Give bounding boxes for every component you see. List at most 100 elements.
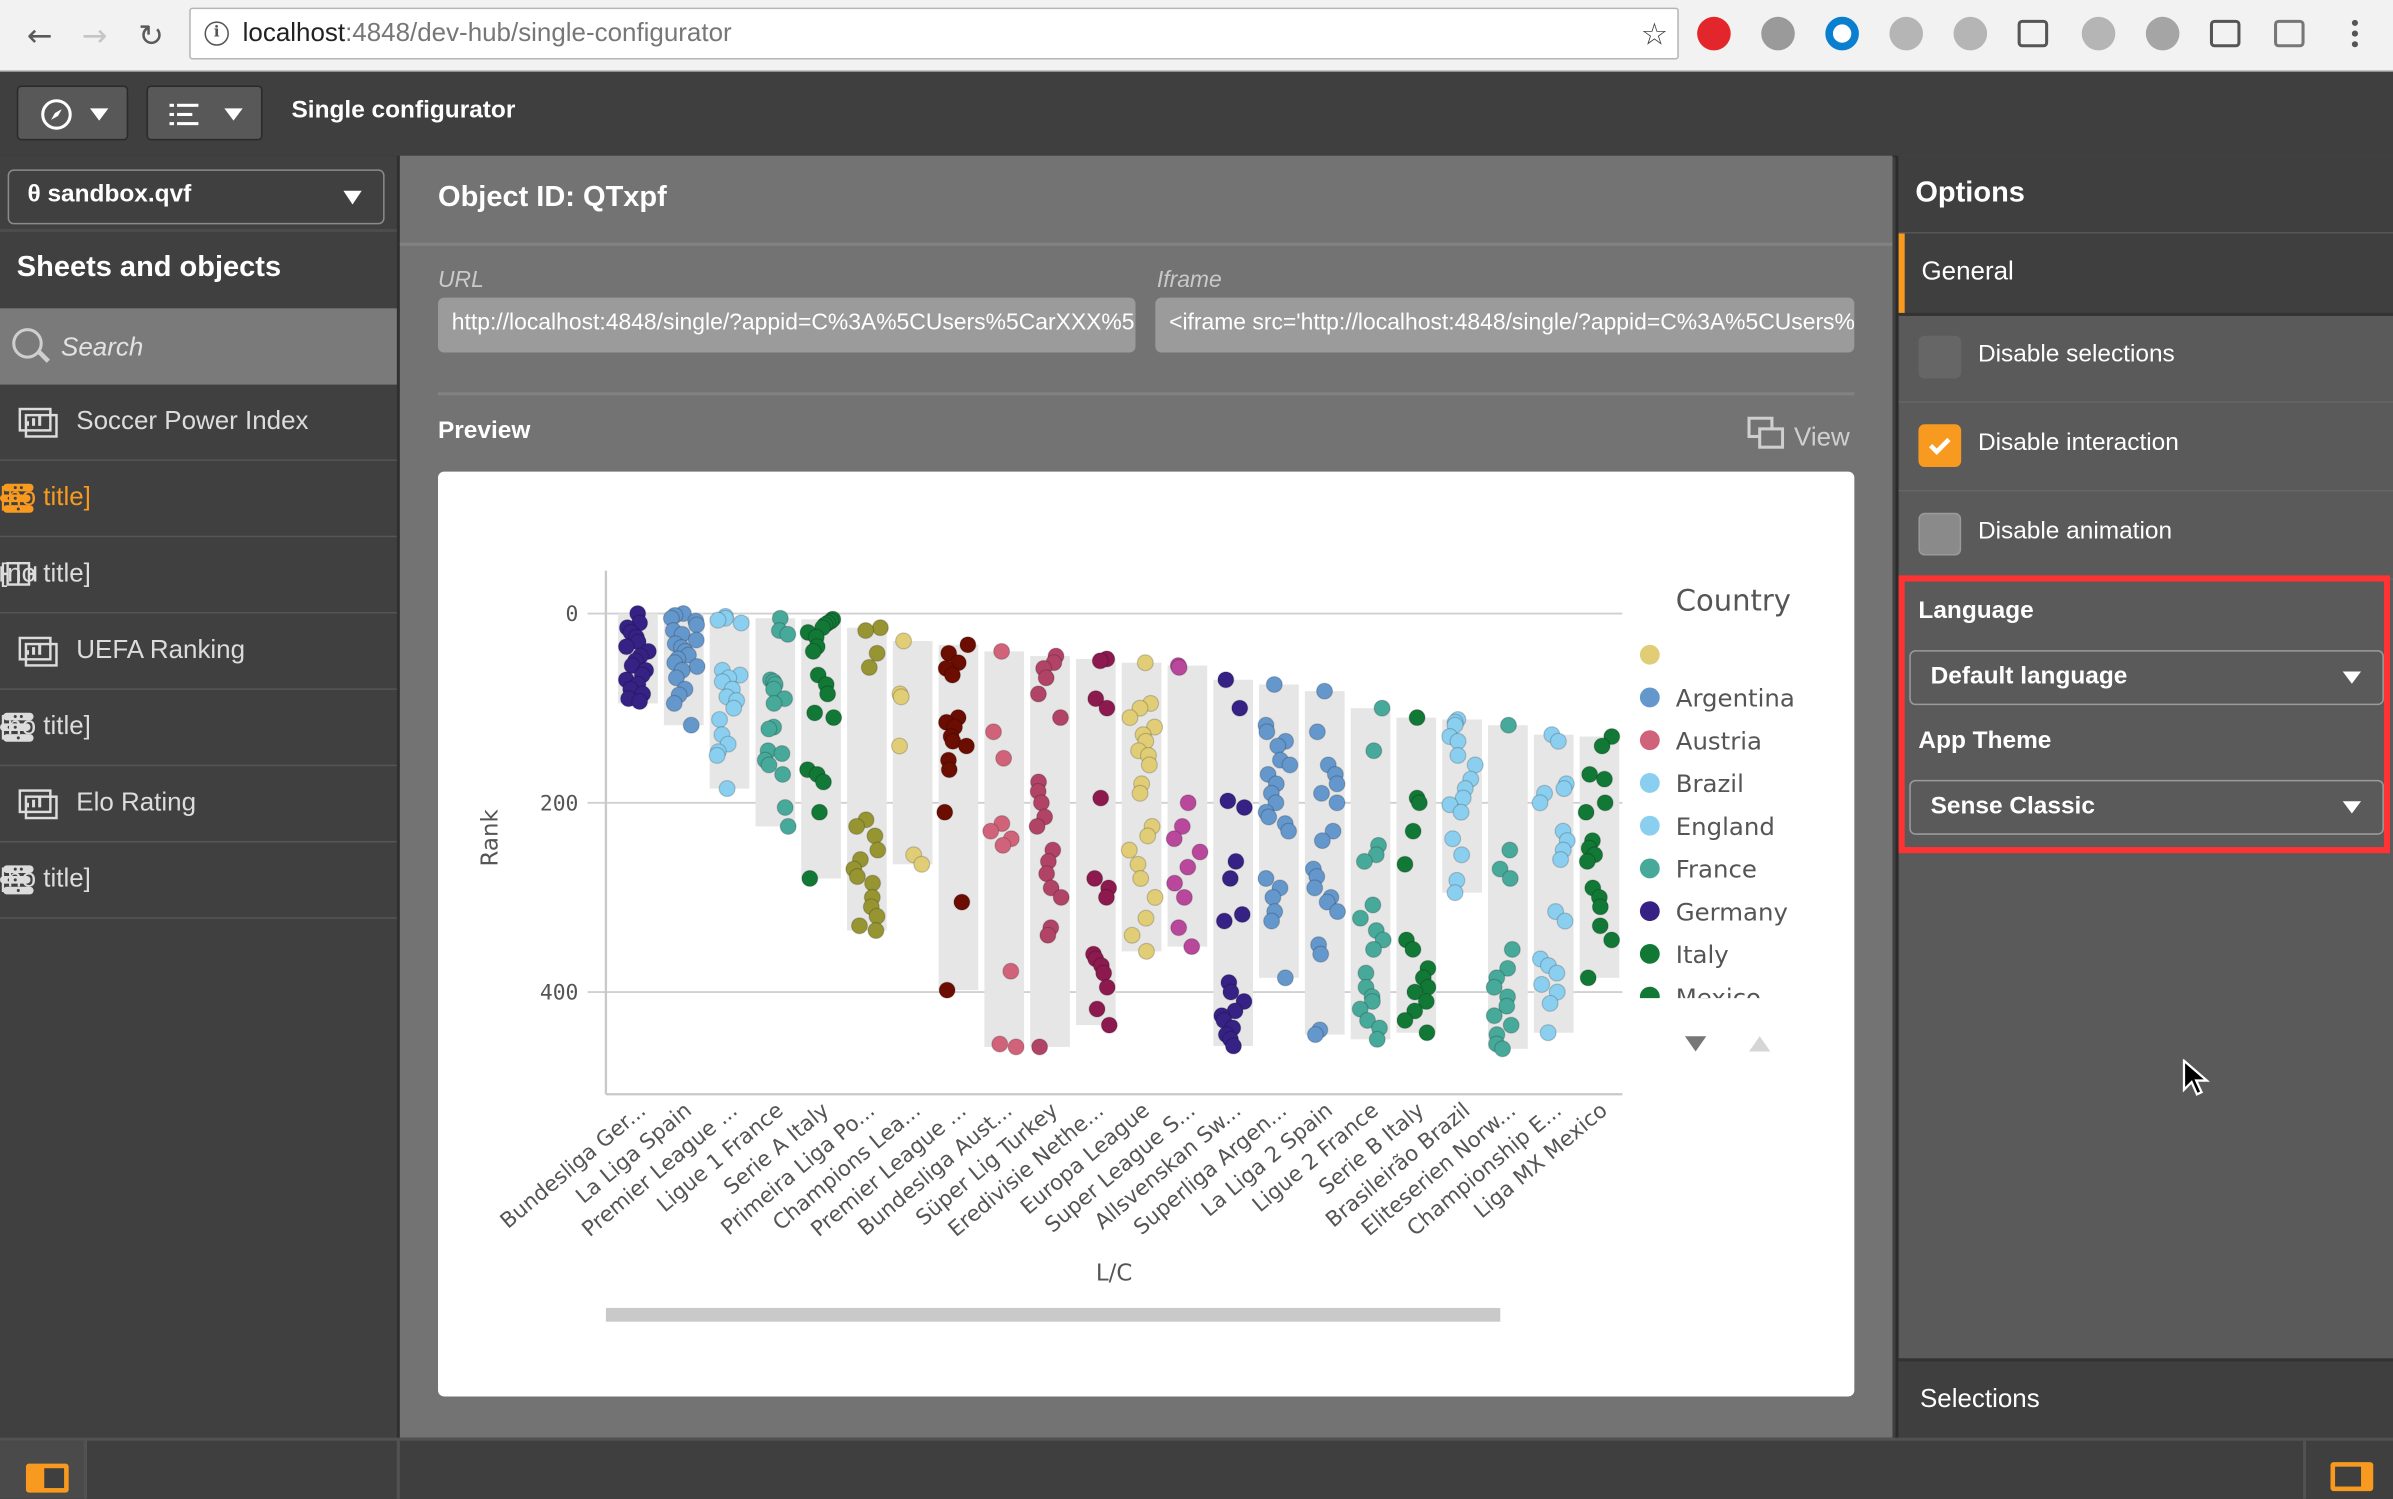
camera-icon[interactable]	[1761, 16, 1795, 51]
data-point	[913, 855, 931, 873]
legend-swatch[interactable]	[1639, 815, 1660, 836]
forward-button[interactable]: →	[72, 12, 118, 58]
checkbox-row-disable-animation[interactable]: Disable animation	[1898, 491, 2393, 580]
data-point	[1593, 737, 1611, 755]
cast-icon[interactable]	[2209, 19, 2241, 48]
sheet-object-list: Soccer Power Index [no title] [no title] UE…	[0, 385, 397, 919]
tab-general[interactable]: General	[1898, 233, 2393, 316]
app-selector[interactable]: θ sandbox.qvf	[7, 169, 385, 225]
bar-segment	[1896, 1440, 2307, 1499]
legend-swatch[interactable]	[1639, 773, 1660, 793]
legend-label[interactable]: Argentina	[1676, 684, 1795, 713]
legend-label[interactable]: England	[1676, 812, 1775, 841]
legend-swatch[interactable]	[1639, 986, 1660, 1007]
data-point	[1170, 919, 1188, 937]
language-dropdown[interactable]: Default language	[1909, 650, 2384, 706]
data-point	[1039, 926, 1057, 944]
chart-scrollbar[interactable]	[605, 1307, 1501, 1322]
distribution-chart: 0200400RankL/CBundesliga Ger...La Liga S…	[478, 570, 1795, 1322]
sidebar-object-6[interactable]: [no title]	[0, 842, 397, 919]
url-field[interactable]: http://localhost:4848/single/?appid=C%3A…	[438, 297, 1136, 353]
search-input[interactable]	[57, 326, 370, 370]
checkbox[interactable]	[1918, 512, 1962, 556]
data-point	[1404, 822, 1422, 840]
right-panel-toggle-icon[interactable]	[2330, 1462, 2374, 1492]
menu-dots-icon[interactable]	[2338, 17, 2372, 51]
legend-label[interactable]: Germany	[1676, 897, 1788, 926]
legend-swatch[interactable]	[1639, 730, 1660, 751]
data-point	[984, 723, 1003, 741]
data-point	[1028, 817, 1046, 835]
checkbox[interactable]	[1918, 424, 1962, 468]
info-icon[interactable]: i	[204, 21, 229, 46]
iframe-field[interactable]: <iframe src='http://localhost:4848/singl…	[1155, 297, 1855, 353]
sidebar-sheet-0[interactable]: Soccer Power Index	[0, 385, 397, 461]
legend-swatch[interactable]	[1639, 943, 1660, 964]
view-button[interactable]: View	[1748, 416, 1850, 454]
data-point	[938, 981, 956, 999]
list-menu-button[interactable]	[146, 85, 263, 141]
checkbox-row-disable-interaction[interactable]: Disable interaction	[1898, 403, 2393, 492]
navigation-menu-button[interactable]	[16, 85, 129, 141]
legend-swatch[interactable]	[1639, 901, 1660, 922]
skype-icon[interactable]	[1953, 16, 1988, 51]
sidebar-object-4[interactable]: [no title]	[0, 690, 397, 767]
mail-check-icon[interactable]	[2017, 19, 2049, 48]
disc-icon[interactable]	[1889, 16, 1924, 51]
legend-label[interactable]: Mexico	[1676, 983, 1761, 1012]
legend-label[interactable]: Austria	[1676, 726, 1762, 755]
star-icon[interactable]: ☆	[1641, 15, 1668, 52]
data-point	[1577, 803, 1595, 821]
c-icon[interactable]	[2145, 16, 2180, 51]
app-theme-dropdown[interactable]: Sense Classic	[1909, 779, 2384, 835]
data-point	[1579, 969, 1597, 987]
url-text[interactable]: localhost:4848/dev-hub/single-configurat…	[243, 18, 732, 49]
sidebar-object-1[interactable]: [no title]	[0, 461, 397, 538]
reload-button[interactable]: ↻	[128, 12, 174, 58]
sidebar-object-2[interactable]: [no title]	[0, 537, 397, 614]
data-point	[1328, 775, 1346, 793]
data-point	[1215, 912, 1233, 930]
data-point	[850, 917, 869, 935]
sidebar-sheet-5[interactable]: Elo Rating	[0, 766, 397, 843]
list-icon	[169, 103, 199, 126]
data-point	[1595, 770, 1613, 788]
data-point	[1533, 975, 1551, 994]
sidebar-item-label: [no title]	[0, 863, 91, 893]
eyedropper-icon[interactable]	[2274, 19, 2305, 48]
compass-icon	[41, 99, 72, 130]
data-point	[1357, 964, 1375, 982]
back-button[interactable]: ←	[17, 12, 63, 58]
legend-scroll-up-icon[interactable]	[1749, 1036, 1771, 1052]
address-bar[interactable]: i localhost:4848/dev-hub/single-configur…	[189, 7, 1679, 60]
data-point	[1264, 888, 1282, 906]
data-point	[1315, 682, 1334, 700]
selections-section[interactable]: Selections	[1898, 1358, 2393, 1441]
checkbox-label: Disable animation	[1977, 518, 2173, 545]
data-point	[804, 642, 822, 660]
honey-icon[interactable]	[2081, 16, 2116, 51]
checkmark-icon	[1929, 437, 1951, 455]
legend-label[interactable]: Italy	[1676, 940, 1729, 969]
browser-chrome: ← → ↻ i localhost:4848/dev-hub/single-co…	[0, 0, 2393, 72]
data-point	[892, 688, 910, 706]
ring-icon[interactable]	[1825, 16, 1859, 51]
legend-label[interactable]: France	[1676, 855, 1757, 884]
legend-scroll-down-icon[interactable]	[1684, 1036, 1707, 1052]
chevron-down-icon	[2342, 801, 2362, 814]
adblock-icon[interactable]	[1697, 16, 1731, 51]
sidebar-sheet-3[interactable]: UEFA Ranking	[0, 614, 397, 690]
legend-swatch[interactable]	[1639, 858, 1660, 879]
legend-swatch[interactable]	[1639, 687, 1660, 708]
data-point	[1007, 1038, 1025, 1056]
search-box[interactable]	[0, 308, 397, 385]
checkbox[interactable]	[1918, 335, 1962, 379]
data-point	[1052, 888, 1070, 906]
checkbox-row-disable-selections[interactable]: Disable selections	[1898, 314, 2393, 403]
legend-swatch[interactable]	[1639, 644, 1660, 665]
data-point	[1231, 699, 1249, 717]
sheet-icon	[18, 788, 58, 829]
legend-label[interactable]: Brazil	[1676, 769, 1744, 798]
data-point	[867, 921, 885, 940]
left-panel-toggle-icon[interactable]	[25, 1463, 69, 1493]
